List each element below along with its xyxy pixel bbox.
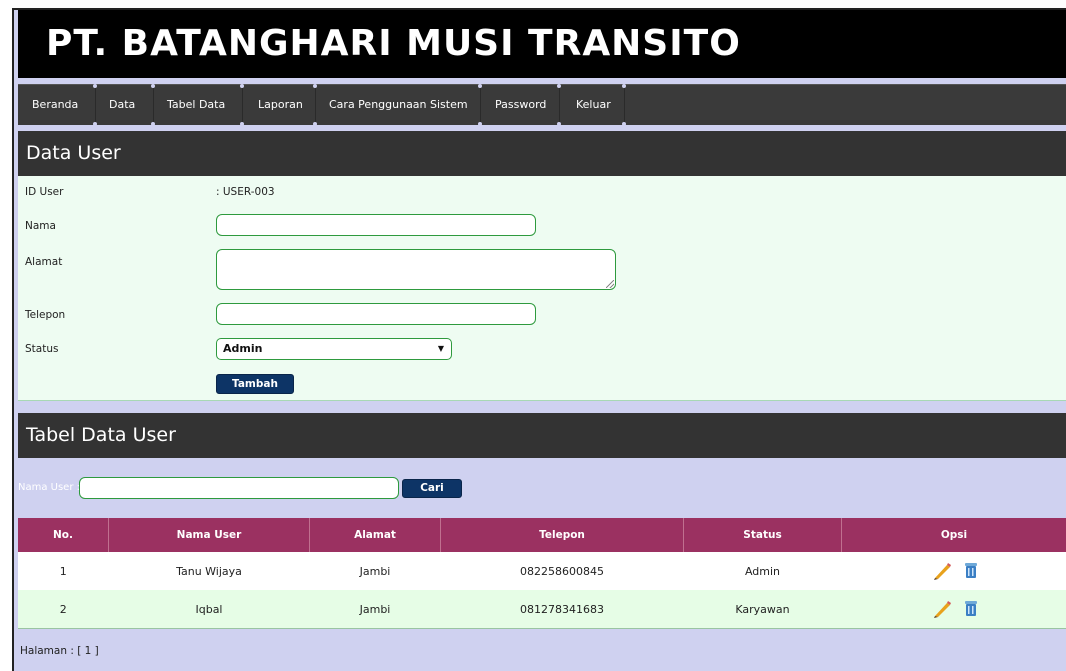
table-heading: Tabel Data User xyxy=(18,413,1066,458)
nama-input[interactable] xyxy=(216,214,536,236)
search-label: Nama User : xyxy=(18,482,80,493)
table-row: 1 Tanu Wijaya Jambi 082258600845 Admin xyxy=(18,552,1066,590)
app-title: PT. BATANGHARI MUSI TRANSITO xyxy=(46,22,741,66)
status-label: Status xyxy=(25,343,58,355)
cell-nama-user: Tanu Wijaya xyxy=(109,552,310,590)
user-table: No. Nama User Alamat Telepon Status Opsi… xyxy=(18,518,1066,629)
cell-telepon: 081278341683 xyxy=(441,590,684,629)
cell-opsi xyxy=(842,552,1066,590)
pencil-icon[interactable] xyxy=(932,562,952,580)
cell-telepon: 082258600845 xyxy=(441,552,684,590)
main-nav: Beranda Data Tabel Data Laporan Cara Pen… xyxy=(18,84,1066,125)
telepon-input[interactable] xyxy=(216,303,536,325)
table-row: 2 Iqbal Jambi 081278341683 Karyawan xyxy=(18,590,1066,629)
nav-item-data[interactable]: Data xyxy=(109,85,135,125)
cell-no: 1 xyxy=(18,552,109,590)
app-header: PT. BATANGHARI MUSI TRANSITO xyxy=(18,10,1066,78)
telepon-label: Telepon xyxy=(25,309,65,321)
id-user-value: : USER-003 xyxy=(216,186,275,198)
alamat-label: Alamat xyxy=(25,256,62,268)
table-header-row: No. Nama User Alamat Telepon Status Opsi xyxy=(18,518,1066,552)
status-selected-value: Admin xyxy=(223,342,262,355)
form-heading: Data User xyxy=(18,131,1066,176)
tambah-button[interactable]: Tambah xyxy=(216,374,294,394)
row-actions xyxy=(924,560,984,580)
column-header-telepon[interactable]: Telepon xyxy=(441,518,684,552)
nav-separator xyxy=(624,85,625,125)
cell-alamat: Jambi xyxy=(310,552,441,590)
row-actions xyxy=(924,598,984,618)
cari-button[interactable]: Cari xyxy=(402,479,462,498)
column-header-nama-user[interactable]: Nama User xyxy=(109,518,310,552)
column-header-opsi[interactable]: Opsi xyxy=(842,518,1066,552)
alamat-textarea[interactable] xyxy=(216,249,616,290)
pagination: Halaman : [ 1 ] xyxy=(20,645,99,657)
cell-alamat: Jambi xyxy=(310,590,441,629)
nav-item-tabel-data[interactable]: Tabel Data xyxy=(167,85,225,125)
trash-icon[interactable] xyxy=(964,561,978,579)
trash-icon[interactable] xyxy=(964,599,978,617)
cell-status: Karyawan xyxy=(684,590,842,629)
search-input[interactable] xyxy=(79,477,399,499)
column-header-no[interactable]: No. xyxy=(18,518,109,552)
nav-item-cara-penggunaan[interactable]: Cara Penggunaan Sistem xyxy=(329,85,468,125)
nav-separator xyxy=(559,85,560,125)
nav-separator xyxy=(95,85,96,125)
nav-separator xyxy=(315,85,316,125)
column-header-status[interactable]: Status xyxy=(684,518,842,552)
nav-separator xyxy=(153,85,154,125)
nav-item-keluar[interactable]: Keluar xyxy=(576,85,611,125)
nav-item-password[interactable]: Password xyxy=(495,85,546,125)
cell-no: 2 xyxy=(18,590,109,629)
nama-label: Nama xyxy=(25,220,56,232)
nav-item-laporan[interactable]: Laporan xyxy=(258,85,303,125)
user-form: ID User : USER-003 Nama Alamat Telepon S… xyxy=(18,176,1066,401)
status-select[interactable]: Admin ▼ xyxy=(216,338,452,360)
nav-item-beranda[interactable]: Beranda xyxy=(32,85,78,125)
cell-status: Admin xyxy=(684,552,842,590)
chevron-down-icon: ▼ xyxy=(438,339,444,359)
pencil-icon[interactable] xyxy=(932,600,952,618)
column-header-alamat[interactable]: Alamat xyxy=(310,518,441,552)
id-user-label: ID User xyxy=(25,186,63,198)
nav-separator xyxy=(480,85,481,125)
cell-nama-user: Iqbal xyxy=(109,590,310,629)
cell-opsi xyxy=(842,590,1066,629)
nav-separator xyxy=(242,85,243,125)
